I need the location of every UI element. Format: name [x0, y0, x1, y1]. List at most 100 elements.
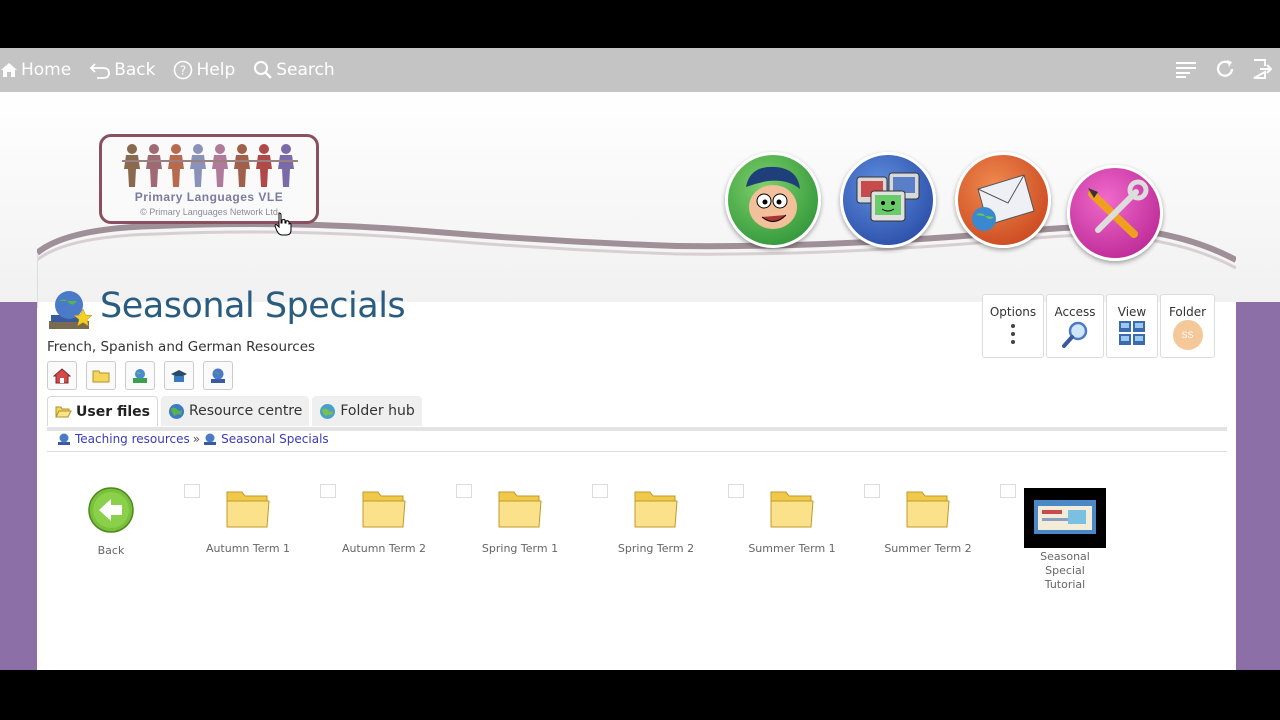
open-folder-icon — [55, 406, 72, 418]
refresh-icon[interactable] — [1214, 58, 1236, 80]
breadcrumb-label: Teaching resources — [75, 432, 190, 446]
tab-user-files-label: User files — [76, 403, 150, 420]
folder-item[interactable]: Summer Term 1 — [737, 486, 847, 556]
quick-resources-button[interactable] — [125, 361, 155, 390]
view-button[interactable]: View — [1106, 294, 1158, 358]
quick-globe-button[interactable] — [203, 361, 233, 390]
file-label: Spring Term 2 — [617, 542, 695, 555]
folder-item[interactable]: Spring Term 2 — [601, 486, 711, 556]
quick-school-button[interactable] — [164, 361, 194, 390]
tools-icon — [1088, 179, 1149, 238]
breadcrumb-teaching-resources[interactable]: Teaching resources — [57, 432, 190, 446]
access-button[interactable]: Access — [1046, 294, 1104, 358]
home-icon — [1, 63, 17, 77]
tools-button[interactable] — [1067, 165, 1163, 261]
envelope-icon — [972, 174, 1035, 231]
access-label: Access — [1054, 305, 1096, 319]
tutorial-item[interactable]: Seasonal Special Tutorial — [1010, 488, 1120, 592]
help-button[interactable]: ? Help — [173, 60, 235, 80]
graduation-cap-icon — [171, 369, 187, 382]
vertical-dots-icon — [1011, 324, 1015, 344]
tab-resource-centre[interactable]: Resource centre — [160, 396, 310, 426]
svg-text:?: ? — [180, 64, 186, 78]
file-item-back[interactable]: Back — [56, 486, 166, 558]
file-label: Autumn Term 1 — [205, 542, 291, 555]
tab-underline — [47, 427, 1227, 431]
folder-icon — [634, 491, 678, 528]
undo-icon — [89, 63, 111, 79]
menu-icon[interactable] — [1174, 58, 1198, 80]
help-icon: ? — [174, 60, 193, 80]
back-button[interactable]: Back — [89, 60, 155, 80]
folder-icon — [226, 491, 270, 528]
folder-icon — [498, 491, 542, 528]
file-label: Spring Term 1 — [481, 542, 559, 555]
folder-item[interactable]: Autumn Term 1 — [193, 486, 303, 556]
folder-item[interactable]: Summer Term 2 — [873, 486, 983, 556]
home-label: Home — [21, 60, 72, 80]
folder-icon — [362, 491, 406, 528]
email-button[interactable] — [955, 152, 1051, 248]
green-books-icon — [133, 368, 147, 383]
right-border — [1236, 302, 1280, 670]
folder-icon — [92, 370, 110, 382]
search-icon — [254, 61, 273, 79]
folder-icon — [770, 491, 814, 528]
tab-folder-hub[interactable]: Folder hub — [312, 396, 422, 426]
magnifier-icon — [1062, 321, 1088, 348]
back-label: Back — [114, 60, 156, 80]
folder-label: Folder — [1168, 305, 1207, 319]
breadcrumb-divider — [47, 451, 1227, 452]
kids-zone-button[interactable] — [725, 152, 821, 248]
page-subtitle: French, Spanish and German Resources — [47, 339, 316, 355]
globe-books-crumb-icon — [204, 433, 217, 445]
tab-bar: User files Resource centre Folder hub — [47, 396, 422, 426]
quick-home-button[interactable] — [47, 361, 77, 390]
file-label: Seasonal Special Tutorial — [1040, 550, 1090, 591]
people-chain-graphic — [122, 144, 298, 187]
home-button[interactable]: Home — [0, 60, 71, 80]
file-label: Back — [97, 544, 125, 557]
file-label: Summer Term 1 — [748, 542, 836, 555]
tab-folder-hub-label: Folder hub — [340, 403, 415, 419]
tab-resource-centre-label: Resource centre — [188, 403, 303, 419]
video-thumbnail — [1024, 488, 1106, 548]
globe-books-crumb-icon — [58, 433, 70, 445]
quick-nav-row — [47, 361, 233, 390]
folder-item[interactable]: Spring Term 1 — [465, 486, 575, 556]
breadcrumb: Teaching resources » Seasonal Specials — [57, 432, 329, 446]
view-label: View — [1117, 305, 1147, 319]
globe-books-small-icon — [211, 368, 225, 383]
file-label: Autumn Term 2 — [341, 542, 427, 555]
breadcrumb-seasonal-specials[interactable]: Seasonal Specials — [203, 432, 329, 446]
globe-icon — [168, 403, 184, 419]
search-button[interactable]: Search — [253, 60, 335, 80]
breadcrumb-label: Seasonal Specials — [221, 432, 329, 446]
tab-user-files[interactable]: User files — [47, 396, 158, 426]
folder-icon — [906, 491, 950, 528]
cartoon-face-icon — [746, 166, 800, 229]
options-label: Options — [989, 305, 1037, 319]
options-button[interactable]: Options — [982, 294, 1044, 358]
computers-icon — [856, 172, 920, 222]
grid-view-icon — [1119, 321, 1145, 345]
top-toolbar: Home Back ? Help Search — [0, 48, 1280, 92]
left-border — [0, 302, 37, 670]
folder-badge: SS — [1172, 320, 1203, 350]
folder-settings-button[interactable]: Folder SS — [1160, 294, 1215, 358]
logo-title: Primary Languages VLE — [134, 190, 284, 204]
computers-button[interactable] — [840, 152, 936, 248]
site-logo[interactable]: Primary Languages VLE © Primary Language… — [99, 134, 319, 224]
hand-cursor-icon — [274, 212, 292, 236]
exit-icon[interactable] — [1252, 58, 1272, 80]
quick-folder-button[interactable] — [86, 361, 116, 390]
breadcrumb-separator: » — [192, 432, 201, 446]
help-label: Help — [196, 60, 236, 80]
house-icon — [53, 367, 71, 383]
folder-item[interactable]: Autumn Term 2 — [329, 486, 439, 556]
file-label: Summer Term 2 — [884, 542, 972, 555]
globe-books-icon — [49, 291, 93, 329]
search-label: Search — [276, 60, 335, 80]
back-arrow-icon — [88, 487, 134, 533]
page-title: Seasonal Specials — [100, 286, 406, 326]
